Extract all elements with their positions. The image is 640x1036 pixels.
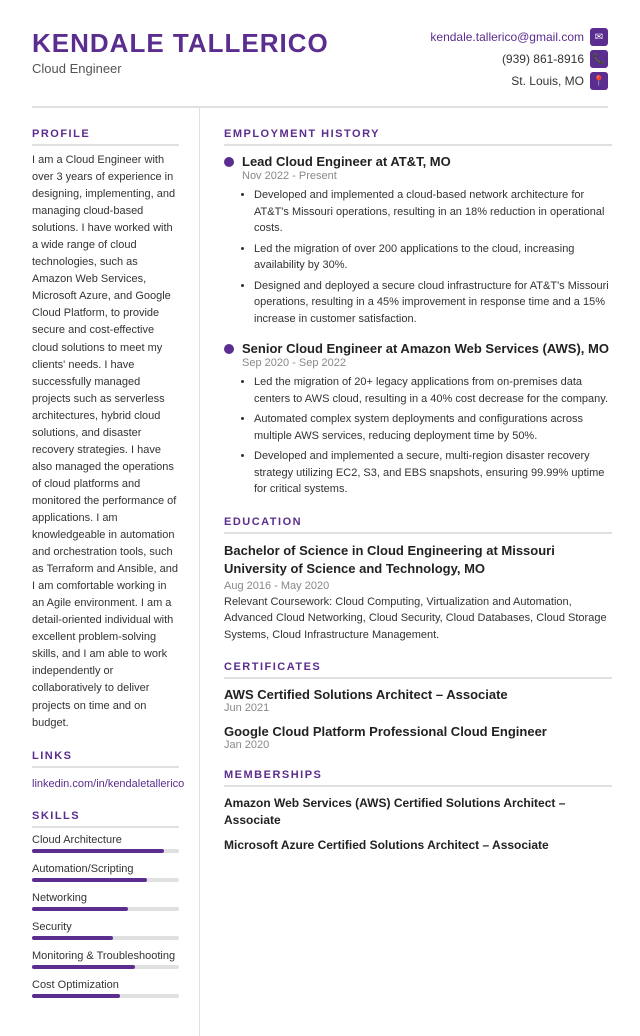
skills-title: SKILLS [32, 810, 179, 828]
skill-item: Cloud Architecture [32, 834, 179, 853]
skill-bar-fill [32, 878, 147, 882]
location-contact: St. Louis, MO 📍 [511, 72, 608, 90]
employment-section: EMPLOYMENT HISTORY Lead Cloud Engineer a… [224, 128, 612, 498]
links-title: LINKS [32, 750, 179, 768]
job-bullet: Led the migration of over 200 applicatio… [254, 241, 612, 274]
skill-bar-bg [32, 878, 179, 882]
job-dot [224, 157, 234, 167]
job-bullet: Automated complex system deployments and… [254, 411, 612, 444]
jobs-list: Lead Cloud Engineer at AT&T, MO Nov 2022… [224, 154, 612, 498]
job-bullets: Developed and implemented a cloud-based … [242, 187, 612, 327]
membership-item: Microsoft Azure Certified Solutions Arch… [224, 837, 612, 854]
cert-date: Jun 2021 [224, 702, 612, 714]
email-icon: ✉ [590, 28, 608, 46]
job-bullet: Led the migration of 20+ legacy applicat… [254, 374, 612, 407]
resume-page: KENDALE TALLERICO Cloud Engineer kendale… [0, 0, 640, 1036]
memberships-list: Amazon Web Services (AWS) Certified Solu… [224, 795, 612, 853]
skill-bar-fill [32, 965, 135, 969]
edu-coursework: Relevant Coursework: Cloud Computing, Vi… [224, 594, 612, 644]
skill-bar-bg [32, 907, 179, 911]
skill-bar-fill [32, 994, 120, 998]
skills-section: SKILLS Cloud Architecture Automation/Scr… [32, 810, 179, 998]
job-bullet: Developed and implemented a cloud-based … [254, 187, 612, 237]
certificates-title: CERTIFICATES [224, 661, 612, 679]
job-header: Senior Cloud Engineer at Amazon Web Serv… [224, 341, 612, 356]
skill-bar-fill [32, 907, 128, 911]
phone-text: (939) 861-8916 [502, 52, 584, 66]
cert-item: AWS Certified Solutions Architect – Asso… [224, 687, 612, 714]
profile-section: PROFILE I am a Cloud Engineer with over … [32, 128, 179, 732]
skill-bar-bg [32, 936, 179, 940]
membership-name: Amazon Web Services (AWS) Certified Solu… [224, 795, 612, 829]
job-bullet: Developed and implemented a secure, mult… [254, 448, 612, 498]
skill-bar-fill [32, 849, 164, 853]
education-title: EDUCATION [224, 516, 612, 534]
skill-name: Automation/Scripting [32, 863, 179, 875]
employment-title: EMPLOYMENT HISTORY [224, 128, 612, 146]
linkedin-link[interactable]: linkedin.com/in/kendaletallerico [32, 778, 184, 790]
skill-name: Cost Optimization [32, 979, 179, 991]
skill-bar-bg [32, 994, 179, 998]
profile-text: I am a Cloud Engineer with over 3 years … [32, 152, 179, 732]
right-column: EMPLOYMENT HISTORY Lead Cloud Engineer a… [200, 108, 640, 1036]
job-item: Lead Cloud Engineer at AT&T, MO Nov 2022… [224, 154, 612, 327]
job-title: Senior Cloud Engineer at Amazon Web Serv… [242, 341, 609, 356]
job-date: Nov 2022 - Present [242, 170, 612, 182]
education-item: Bachelor of Science in Cloud Engineering… [224, 542, 612, 644]
phone-contact: (939) 861-8916 📞 [502, 50, 608, 68]
left-column: PROFILE I am a Cloud Engineer with over … [0, 108, 200, 1036]
certificates-section: CERTIFICATES AWS Certified Solutions Arc… [224, 661, 612, 751]
education-section: EDUCATION Bachelor of Science in Cloud E… [224, 516, 612, 644]
job-header: Lead Cloud Engineer at AT&T, MO [224, 154, 612, 169]
profile-title: PROFILE [32, 128, 179, 146]
edu-date: Aug 2016 - May 2020 [224, 580, 612, 592]
memberships-title: MEMBERSHIPS [224, 769, 612, 787]
cert-name: AWS Certified Solutions Architect – Asso… [224, 687, 612, 702]
job-title: Lead Cloud Engineer at AT&T, MO [242, 154, 451, 169]
skill-bar-fill [32, 936, 113, 940]
header-left: KENDALE TALLERICO Cloud Engineer [32, 28, 329, 76]
cert-date: Jan 2020 [224, 739, 612, 751]
skill-name: Monitoring & Troubleshooting [32, 950, 179, 962]
email-contact: kendale.tallerico@gmail.com ✉ [430, 28, 608, 46]
membership-name: Microsoft Azure Certified Solutions Arch… [224, 837, 612, 854]
memberships-section: MEMBERSHIPS Amazon Web Services (AWS) Ce… [224, 769, 612, 853]
skill-bar-bg [32, 849, 179, 853]
edu-degree: Bachelor of Science in Cloud Engineering… [224, 542, 612, 578]
skills-list: Cloud Architecture Automation/Scripting … [32, 834, 179, 998]
job-date: Sep 2020 - Sep 2022 [242, 357, 612, 369]
skill-bar-bg [32, 965, 179, 969]
location-text: St. Louis, MO [511, 74, 584, 88]
header-right: kendale.tallerico@gmail.com ✉ (939) 861-… [430, 28, 608, 90]
phone-icon: 📞 [590, 50, 608, 68]
cert-item: Google Cloud Platform Professional Cloud… [224, 724, 612, 751]
body: PROFILE I am a Cloud Engineer with over … [0, 108, 640, 1036]
cert-name: Google Cloud Platform Professional Cloud… [224, 724, 612, 739]
links-section: LINKS linkedin.com/in/kendaletallerico [32, 750, 179, 792]
certs-list: AWS Certified Solutions Architect – Asso… [224, 687, 612, 751]
membership-item: Amazon Web Services (AWS) Certified Solu… [224, 795, 612, 829]
job-bullet: Designed and deployed a secure cloud inf… [254, 278, 612, 328]
skill-item: Automation/Scripting [32, 863, 179, 882]
job-dot [224, 344, 234, 354]
skill-item: Security [32, 921, 179, 940]
skill-name: Security [32, 921, 179, 933]
job-item: Senior Cloud Engineer at Amazon Web Serv… [224, 341, 612, 498]
candidate-name: KENDALE TALLERICO [32, 28, 329, 59]
job-bullets: Led the migration of 20+ legacy applicat… [242, 374, 612, 498]
skill-item: Monitoring & Troubleshooting [32, 950, 179, 969]
skill-item: Networking [32, 892, 179, 911]
header: KENDALE TALLERICO Cloud Engineer kendale… [0, 0, 640, 106]
skill-name: Cloud Architecture [32, 834, 179, 846]
skill-name: Networking [32, 892, 179, 904]
location-icon: 📍 [590, 72, 608, 90]
candidate-title: Cloud Engineer [32, 61, 329, 76]
skill-item: Cost Optimization [32, 979, 179, 998]
email-link[interactable]: kendale.tallerico@gmail.com [430, 30, 584, 44]
